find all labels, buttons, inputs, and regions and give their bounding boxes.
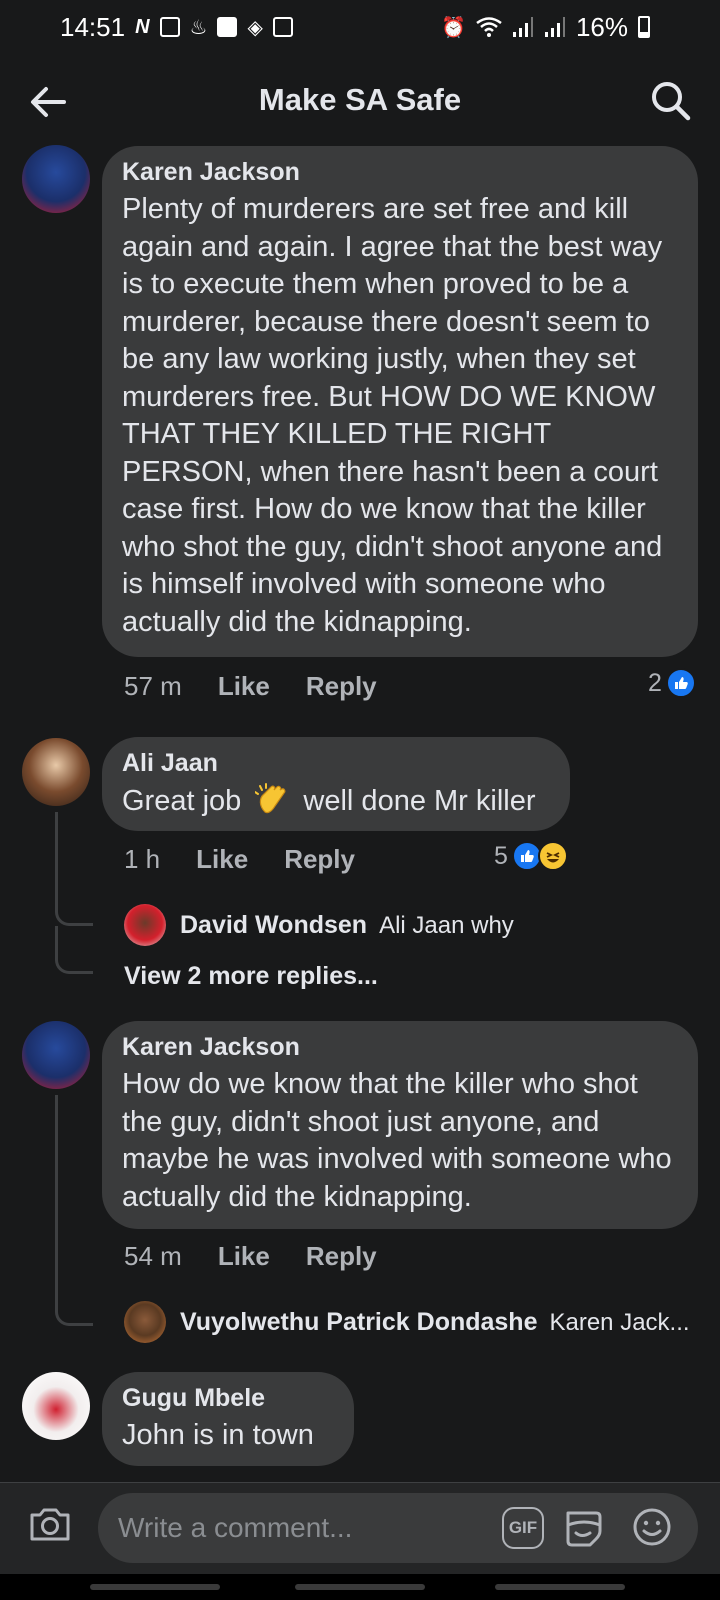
- thread-branch: [55, 926, 93, 974]
- comment-author[interactable]: Ali Jaan: [122, 749, 550, 778]
- comment-actions: 1 h Like Reply: [124, 844, 355, 875]
- comment-author[interactable]: Gugu Mbele: [122, 1384, 334, 1413]
- comment-text-start: Great job: [122, 785, 242, 817]
- reaction-summary[interactable]: 5: [494, 841, 568, 871]
- reply-button[interactable]: Reply: [284, 844, 355, 875]
- reply-text: Ali Jaan why: [379, 911, 514, 939]
- reply-text: Karen Jack...: [549, 1308, 690, 1336]
- comment-text: Great job well done Mr killer: [122, 782, 550, 821]
- reply-button[interactable]: Reply: [306, 1241, 377, 1272]
- avatar[interactable]: [22, 738, 90, 806]
- battery-icon: [638, 16, 650, 38]
- camera-icon[interactable]: [28, 1501, 72, 1545]
- status-bar: 14:51 N ♨ ◈ ⏰ 16%: [0, 0, 720, 54]
- nav-back-gesture[interactable]: [90, 1584, 220, 1590]
- comment-timestamp[interactable]: 54 m: [124, 1241, 182, 1272]
- like-button[interactable]: Like: [218, 671, 270, 702]
- wifi-icon: [476, 17, 502, 37]
- nav-home-gesture[interactable]: [295, 1584, 425, 1590]
- comment-bubble: Karen Jackson Plenty of murderers are se…: [102, 146, 698, 657]
- gif-button[interactable]: GIF: [502, 1507, 544, 1549]
- avatar[interactable]: [124, 1301, 166, 1343]
- alarm-icon: ⏰: [441, 16, 466, 39]
- reaction-summary[interactable]: 2: [648, 668, 696, 698]
- avatar[interactable]: [22, 145, 90, 213]
- reply-button[interactable]: Reply: [306, 671, 377, 702]
- comment-bubble: Karen Jackson How do we know that the ki…: [102, 1021, 698, 1229]
- page-title: Make SA Safe: [258, 82, 462, 117]
- comment-bubble: Ali Jaan Great job well done Mr killer: [102, 737, 570, 831]
- back-arrow-icon[interactable]: [26, 80, 70, 124]
- thumbs-up-icon: [665, 668, 696, 698]
- emoji-icon[interactable]: [630, 1505, 674, 1549]
- notification-icon: ♨: [189, 16, 208, 39]
- comment-bubble: Gugu Mbele John is in town: [102, 1372, 354, 1466]
- thread-line: [55, 812, 58, 912]
- comment-text: Plenty of murderers are set free and kil…: [122, 193, 663, 638]
- comment-input[interactable]: [118, 1505, 478, 1551]
- comment-timestamp[interactable]: 57 m: [124, 671, 182, 702]
- like-button[interactable]: Like: [218, 1241, 270, 1272]
- avatar[interactable]: [22, 1021, 90, 1089]
- thread-branch: [55, 1290, 93, 1326]
- comment-author[interactable]: Karen Jackson: [122, 1033, 678, 1062]
- comment-timestamp[interactable]: 1 h: [124, 844, 160, 875]
- status-left: 14:51 N ♨ ◈: [60, 12, 293, 43]
- reaction-count: 5: [494, 841, 508, 870]
- comment-text: How do we know that the killer who shot …: [122, 1068, 672, 1213]
- thread-line: [55, 1095, 58, 1295]
- comment-composer: GIF: [0, 1482, 720, 1574]
- reply-preview[interactable]: Vuyolwethu Patrick Dondashe Karen Jack..…: [180, 1308, 690, 1337]
- reaction-count: 2: [648, 668, 662, 697]
- comment-actions: 54 m Like Reply: [124, 1241, 377, 1272]
- clapping-hands-icon: [254, 782, 289, 816]
- battery-percent: 16%: [575, 11, 628, 42]
- signal-icon: [512, 17, 533, 37]
- sticker-icon[interactable]: [562, 1505, 606, 1549]
- comment-text-end: well done Mr killer: [303, 785, 536, 817]
- signal-icon: [544, 17, 565, 37]
- comment-author[interactable]: Karen Jackson: [122, 158, 678, 187]
- netflix-icon: N: [135, 15, 150, 38]
- reply-author[interactable]: Vuyolwethu Patrick Dondashe: [180, 1308, 537, 1337]
- status-right: ⏰ 16%: [441, 12, 650, 43]
- sim-icon: [159, 17, 180, 37]
- shuffle-icon: ◈: [247, 16, 263, 39]
- thread-branch: [55, 900, 93, 926]
- nav-recents-gesture[interactable]: [495, 1584, 625, 1590]
- haha-icon: [537, 841, 568, 871]
- comment-actions: 57 m Like Reply: [124, 671, 377, 702]
- search-icon[interactable]: [648, 78, 692, 122]
- image-icon: [272, 17, 293, 37]
- comment-input-pill: GIF: [98, 1493, 698, 1563]
- like-button[interactable]: Like: [196, 844, 248, 875]
- reply-preview[interactable]: David Wondsen Ali Jaan why: [180, 911, 514, 940]
- app-header: Make SA Safe: [0, 62, 720, 138]
- view-more-replies-link[interactable]: View 2 more replies...: [124, 962, 378, 991]
- avatar[interactable]: [22, 1372, 90, 1440]
- clock: 14:51: [60, 11, 126, 42]
- reply-author[interactable]: David Wondsen: [180, 911, 367, 940]
- comment-text: John is in town: [122, 1419, 314, 1451]
- checkbox-icon: [217, 17, 238, 37]
- system-nav-bar: [0, 1574, 720, 1600]
- avatar[interactable]: [124, 904, 166, 946]
